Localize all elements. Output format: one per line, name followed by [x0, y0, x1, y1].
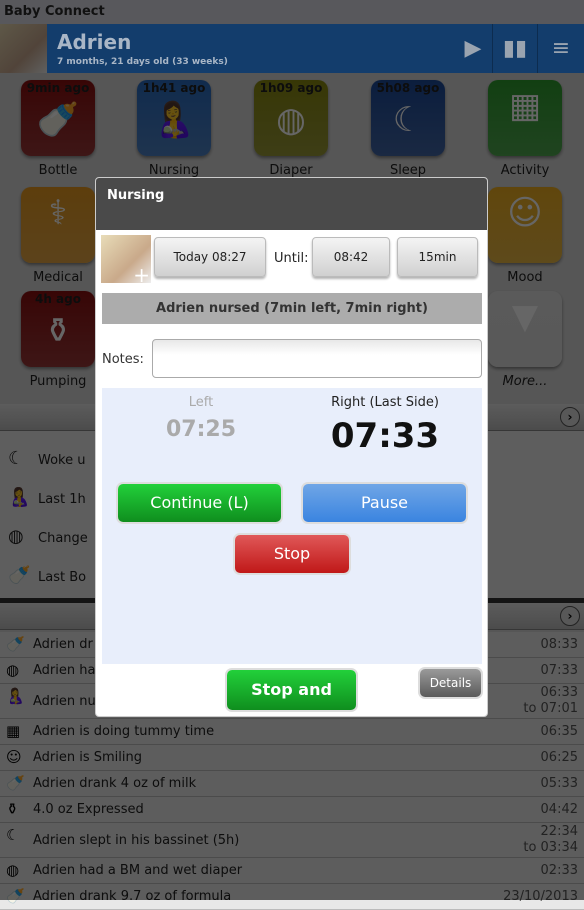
child-name: Adrien	[57, 30, 132, 54]
right-timer: 07:33	[330, 416, 440, 456]
left-timer: 07:25	[165, 417, 237, 442]
pause-button[interactable]: Pause	[303, 484, 466, 522]
stop-and-save-button[interactable]: Stop and Save	[227, 670, 356, 710]
notes-label: Notes:	[102, 352, 144, 367]
nursing-summary: Adrien nursed (7min left, 7min right)	[102, 293, 482, 324]
until-label: Until:	[274, 251, 309, 266]
continue-button[interactable]: Continue (L)	[118, 484, 281, 522]
play-arrow-icon[interactable]: ▶	[455, 24, 491, 73]
start-time-button[interactable]: Today 08:27	[154, 237, 266, 277]
stop-button[interactable]: Stop	[235, 535, 349, 573]
plus-icon: +	[133, 263, 150, 287]
left-label: Left	[188, 395, 214, 410]
child-avatar[interactable]	[0, 24, 47, 73]
dialog-title: Nursing	[96, 178, 487, 230]
notes-input[interactable]	[152, 339, 482, 378]
duration-button[interactable]: 15min	[397, 237, 478, 277]
chart-icon[interactable]: ▮▮	[492, 24, 537, 73]
end-time-button[interactable]: 08:42	[312, 237, 390, 277]
child-age: 7 months, 21 days old (33 weeks)	[57, 57, 228, 67]
child-photo[interactable]: +	[101, 235, 151, 287]
nursing-dialog: Nursing + Today 08:27 Until: 08:42 15min…	[95, 177, 488, 717]
app-title: Baby Connect	[0, 0, 584, 24]
details-button[interactable]: Details	[420, 669, 481, 697]
right-label: Right (Last Side)	[331, 395, 439, 410]
menu-icon[interactable]: ≡	[537, 24, 584, 73]
